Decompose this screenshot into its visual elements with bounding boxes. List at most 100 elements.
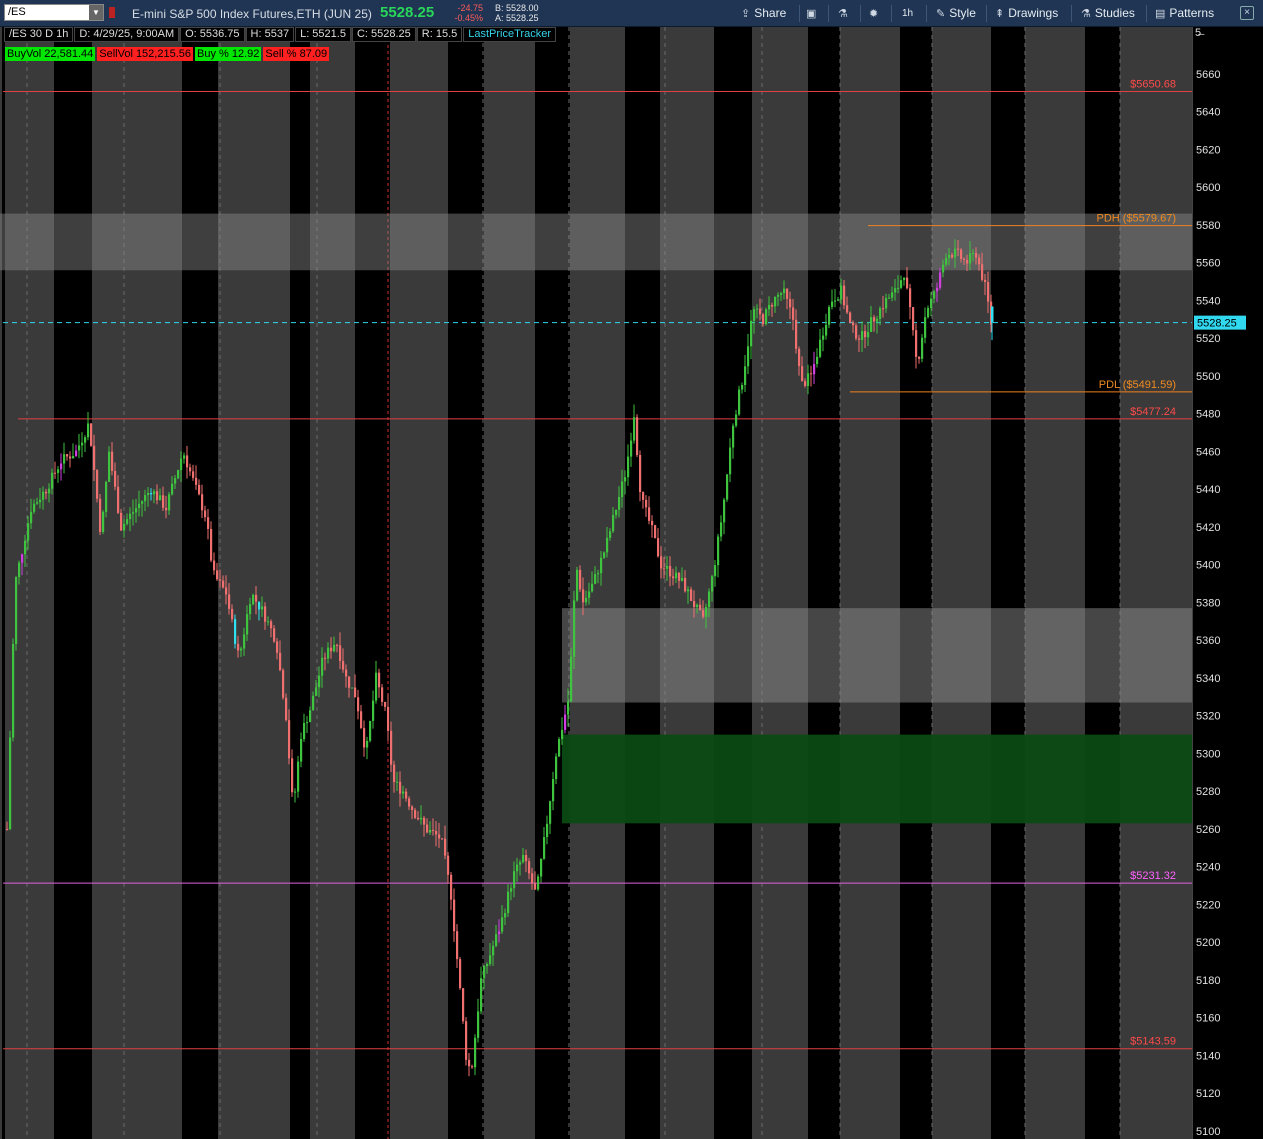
- candle-body: [336, 644, 339, 646]
- candle-body: [474, 1037, 477, 1068]
- candle-body: [429, 829, 432, 833]
- close-icon[interactable]: ×: [1240, 6, 1254, 20]
- price-change: -24.75 -0.45%: [450, 3, 483, 23]
- candle-body: [927, 308, 930, 318]
- drawings-icon: ⇞: [995, 8, 1005, 20]
- candle-body: [654, 525, 657, 539]
- candle-body: [441, 838, 444, 840]
- candle-body: [276, 641, 279, 653]
- candle-body: [489, 955, 492, 964]
- bar-date: D: 4/29/25, 9:00AM: [74, 27, 180, 42]
- candle-body: [42, 491, 45, 500]
- candle-body: [804, 381, 807, 386]
- buy-percent-label: Buy % 12.92: [195, 47, 262, 61]
- candle-body: [108, 451, 111, 482]
- candle-body: [633, 417, 636, 441]
- candle-body: [882, 308, 885, 310]
- candle-body: [972, 253, 975, 255]
- price-tick-label: 5560: [1196, 258, 1220, 270]
- candle-body: [162, 495, 165, 508]
- candle-body: [87, 423, 90, 438]
- beaker-icon: ⚗: [838, 8, 848, 20]
- candle-body: [72, 455, 75, 459]
- candle-body: [342, 660, 345, 670]
- candle-body: [630, 440, 633, 457]
- interval-button[interactable]: 1h: [902, 8, 913, 19]
- candle-body: [540, 858, 543, 877]
- price-tick-label: 5660: [1196, 69, 1220, 81]
- flexible-grid-button[interactable]: ▣: [806, 6, 820, 20]
- candle-body: [696, 604, 699, 607]
- candle-body: [723, 499, 726, 523]
- bar-range: R: 15.5: [416, 27, 463, 42]
- candle-body: [294, 791, 297, 793]
- candle-body: [141, 501, 144, 504]
- candle-body: [924, 317, 927, 338]
- candle-body: [621, 481, 624, 498]
- candle-body: [405, 791, 408, 799]
- drawings-button[interactable]: ⇞ Drawings: [995, 6, 1058, 20]
- candle-body: [252, 594, 255, 605]
- price-tick-label: 5380: [1196, 597, 1220, 609]
- candle-body: [33, 503, 36, 512]
- candle-body: [879, 308, 882, 319]
- candle-body: [549, 801, 552, 824]
- tracker-label[interactable]: LastPriceTracker: [463, 27, 556, 42]
- price-chart[interactable]: $5650.68 PDH ($5579.67) PDL ($5491.59) $547…: [0, 27, 1263, 1139]
- flag-icon[interactable]: [109, 7, 115, 18]
- style-button[interactable]: ✎ Style: [936, 6, 976, 20]
- bid-value: B: 5528.00: [495, 3, 539, 13]
- session-break: [448, 27, 484, 1139]
- bar-open: O: 5536.75: [180, 27, 245, 42]
- candle-body: [714, 565, 717, 577]
- candle-body: [126, 519, 129, 524]
- candle-body: [495, 934, 498, 946]
- candle-body: [174, 478, 177, 484]
- symbol-dropdown-icon[interactable]: ▼: [89, 5, 103, 20]
- candle-body: [948, 254, 951, 258]
- chart-label[interactable]: /ES 30 D 1h: [4, 27, 74, 42]
- candle-body: [810, 373, 813, 375]
- toolbar-separator: [926, 5, 927, 22]
- candle-body: [576, 569, 579, 601]
- candle-body: [735, 414, 738, 426]
- candle-body: [765, 309, 768, 325]
- candle-body: [177, 470, 180, 479]
- candle-body: [798, 348, 801, 367]
- price-tick-label: 5160: [1196, 1013, 1220, 1025]
- patterns-button[interactable]: ▤ Patterns: [1155, 6, 1214, 20]
- symbol-input[interactable]: /ES ▼: [4, 4, 104, 21]
- candle-body: [180, 458, 183, 471]
- candle-body: [858, 338, 861, 340]
- candle-body: [753, 309, 756, 321]
- candle-body: [600, 557, 603, 574]
- beaker-button[interactable]: ⚗: [838, 6, 852, 20]
- share-button[interactable]: ⇪ Share: [741, 6, 786, 20]
- candle-body: [819, 339, 822, 357]
- candle-body: [789, 299, 792, 308]
- candle-body: [501, 917, 504, 932]
- settings-button[interactable]: ✹: [869, 6, 882, 20]
- candle-body: [891, 292, 894, 298]
- session-break: [290, 27, 310, 1139]
- candle-body: [420, 817, 423, 820]
- candle-body: [51, 472, 54, 489]
- candle-body: [228, 594, 231, 609]
- price-tick-label: 5440: [1196, 484, 1220, 496]
- candle-body: [627, 456, 630, 478]
- candle-body: [372, 700, 375, 721]
- studies-icon: ⚗: [1081, 8, 1091, 20]
- candle-body: [960, 249, 963, 259]
- price-tick-label: 5600: [1196, 182, 1220, 194]
- price-tick-label: 5180: [1196, 975, 1220, 987]
- candle-body: [297, 761, 300, 792]
- candle-body: [345, 669, 348, 677]
- candle-body: [465, 1021, 468, 1060]
- session-break: [808, 27, 840, 1139]
- candle-body: [786, 288, 789, 300]
- candle-body: [69, 456, 72, 459]
- price-tick-label: 5360: [1196, 635, 1220, 647]
- candle-body: [816, 356, 819, 365]
- candle-body: [867, 332, 870, 338]
- studies-button[interactable]: ⚗ Studies: [1081, 6, 1135, 20]
